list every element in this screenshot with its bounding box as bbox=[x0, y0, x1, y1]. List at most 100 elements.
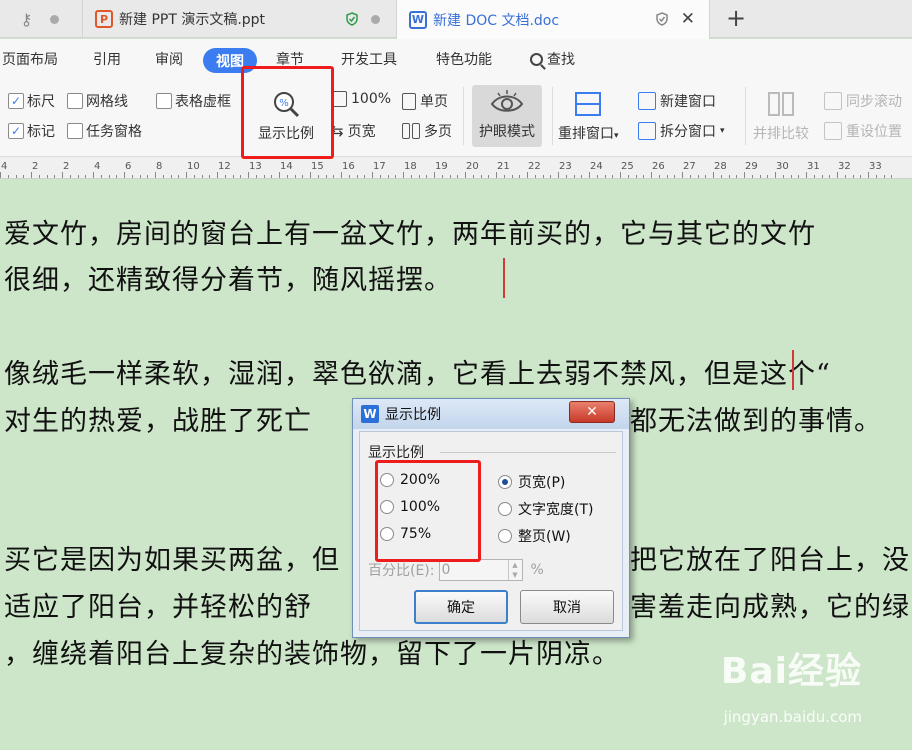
ruler-tick bbox=[782, 175, 784, 178]
ruler-tick bbox=[139, 175, 141, 178]
ruler-number: 26 bbox=[652, 161, 665, 172]
menu-page-layout[interactable]: 页面布局 bbox=[2, 49, 58, 69]
ruler-number: 21 bbox=[497, 161, 510, 172]
doc-line-5-end: 把它放在了阳台上，没 bbox=[630, 545, 910, 576]
ruler-tick bbox=[372, 172, 373, 178]
table-gridlines-checkbox[interactable]: 表格虚框 bbox=[156, 91, 231, 111]
ruler-number: 18 bbox=[404, 161, 417, 172]
ruler-number: 14 bbox=[280, 161, 293, 172]
multi-page-button[interactable]: 多页 bbox=[402, 121, 452, 141]
fit-page-width-radio[interactable]: 页宽(P) bbox=[498, 472, 565, 492]
ruler-tick bbox=[581, 175, 583, 178]
percent-input[interactable]: 0 ▲ ▼ bbox=[438, 559, 523, 581]
ruler-tick bbox=[697, 175, 699, 178]
cancel-button[interactable]: 取消 bbox=[520, 590, 614, 624]
ruler-number: 20 bbox=[466, 161, 479, 172]
ruler-tick bbox=[558, 172, 559, 178]
eye-mode-button[interactable]: 护眼模式 bbox=[472, 85, 542, 147]
new-window-button[interactable]: 新建窗口 bbox=[638, 91, 716, 111]
ruler-tick bbox=[759, 175, 761, 178]
ruler-checkbox[interactable]: ✓ 标尺 bbox=[8, 91, 55, 111]
ruler-tick bbox=[744, 172, 745, 178]
dialog-title-bar[interactable]: W 显示比例 ✕ bbox=[353, 399, 629, 429]
ruler-number: 32 bbox=[838, 161, 851, 172]
tab-home[interactable]: ⚷ bbox=[0, 0, 80, 38]
menu-find[interactable]: 查找 bbox=[530, 49, 575, 69]
ruler-tick bbox=[224, 175, 226, 178]
fit-whole-page-radio[interactable]: 整页(W) bbox=[498, 526, 571, 546]
spin-arrows-icon[interactable]: ▲ ▼ bbox=[507, 560, 522, 580]
side-by-side-icon bbox=[768, 92, 794, 116]
ruler-tick bbox=[705, 175, 707, 178]
ruler-tick bbox=[736, 175, 738, 178]
dialog-title: 显示比例 bbox=[385, 407, 441, 423]
rearrange-window-button[interactable]: 重排窗口▾ bbox=[558, 89, 619, 143]
menu-references[interactable]: 引用 bbox=[93, 49, 121, 69]
ruler-tick bbox=[674, 175, 676, 178]
doc-line-4: 对生的热爱，战胜了死亡 bbox=[4, 406, 312, 437]
checkbox-checked-icon: ✓ bbox=[8, 93, 24, 109]
gridlines-checkbox[interactable]: 网格线 bbox=[67, 91, 128, 111]
menu-special[interactable]: 特色功能 bbox=[436, 49, 492, 69]
split-window-button[interactable]: 拆分窗口 ▾ bbox=[638, 121, 725, 141]
tab-doc-title: 新建 DOC 文档.doc bbox=[433, 12, 560, 29]
ruler-number: 30 bbox=[776, 161, 789, 172]
ruler-tick bbox=[162, 175, 164, 178]
ruler-tick bbox=[54, 175, 56, 178]
doc-file-icon: W bbox=[409, 10, 427, 29]
ruler-tick bbox=[775, 172, 776, 178]
ruler-tick bbox=[124, 172, 125, 178]
dialog-close-button[interactable]: ✕ bbox=[569, 401, 615, 423]
ruler-label: 标尺 bbox=[27, 94, 55, 110]
highlight-box-zoom-options bbox=[375, 460, 481, 562]
fit-text-width-radio[interactable]: 文字宽度(T) bbox=[498, 499, 593, 519]
doc-line-6: 适应了阳台，并轻松的舒 bbox=[4, 592, 312, 623]
fit-text-width-label: 文字宽度(T) bbox=[518, 502, 594, 518]
tab-doc[interactable]: W 新建 DOC 文档.doc ✕ bbox=[396, 0, 710, 39]
ruler-tick bbox=[550, 175, 552, 178]
tab-ppt[interactable]: P 新建 PPT 演示文稿.ppt bbox=[82, 0, 394, 38]
page-width-button[interactable]: ⇆ 页宽 bbox=[331, 121, 376, 141]
checkbox-unchecked-icon bbox=[156, 93, 172, 109]
ruler-tick bbox=[596, 175, 598, 178]
ruler-tick bbox=[465, 172, 466, 178]
shield-icon bbox=[656, 12, 668, 26]
menu-developer[interactable]: 开发工具 bbox=[341, 49, 397, 69]
chevron-down-icon: ▾ bbox=[614, 131, 619, 141]
side-by-side-button[interactable]: 并排比较 bbox=[753, 89, 809, 143]
highlight-box-zoom bbox=[241, 66, 334, 159]
ok-button[interactable]: 确定 bbox=[414, 590, 508, 624]
ruler-number: 24 bbox=[590, 161, 603, 172]
ruler-tick bbox=[666, 175, 668, 178]
horizontal-ruler[interactable]: 4 2 2 4 6 8 10 12 13 14 15 16 17 18 19 20 21 22 23 24 25 26 27… bbox=[0, 157, 912, 179]
ruler-tick bbox=[279, 172, 280, 178]
single-page-icon bbox=[402, 92, 416, 110]
ruler-tick bbox=[325, 175, 327, 178]
ruler-tick bbox=[589, 172, 590, 178]
split-window-icon bbox=[638, 122, 656, 140]
task-pane-checkbox[interactable]: 任务窗格 bbox=[67, 121, 142, 141]
single-page-button[interactable]: 单页 bbox=[402, 91, 448, 111]
menu-review[interactable]: 审阅 bbox=[155, 49, 183, 69]
ruler-tick bbox=[612, 175, 614, 178]
zoom-100-button[interactable]: 100% bbox=[331, 91, 391, 107]
ruler-tick bbox=[643, 175, 645, 178]
ruler-tick bbox=[534, 175, 536, 178]
single-page-label: 单页 bbox=[420, 94, 448, 110]
percent-value: 0 bbox=[441, 562, 451, 578]
sync-scroll-button[interactable]: 同步滚动 bbox=[824, 91, 902, 111]
ruler-number: 23 bbox=[559, 161, 572, 172]
ruler-tick bbox=[186, 172, 187, 178]
ruler-tick bbox=[263, 175, 265, 178]
ruler-number: 28 bbox=[714, 161, 727, 172]
ruler-tick bbox=[85, 175, 87, 178]
new-tab-button[interactable]: + bbox=[726, 4, 746, 32]
ruler-tick bbox=[457, 175, 459, 178]
doc-line-5: 买它是因为如果买两盆，但 bbox=[4, 545, 340, 576]
ruler-number: 31 bbox=[807, 161, 820, 172]
ruler-tick bbox=[682, 172, 683, 178]
reset-position-button[interactable]: 重设位置 bbox=[824, 121, 902, 141]
bookmark-checkbox[interactable]: ✓ 标记 bbox=[8, 121, 55, 141]
view-toolbar: ✓ 标尺 网格线 表格虚框 ✓ 标记 任务窗格 % 显示比例 100% ⇆ 页宽 单页… bbox=[0, 79, 912, 157]
tab-close-icon[interactable]: ✕ bbox=[681, 9, 695, 29]
